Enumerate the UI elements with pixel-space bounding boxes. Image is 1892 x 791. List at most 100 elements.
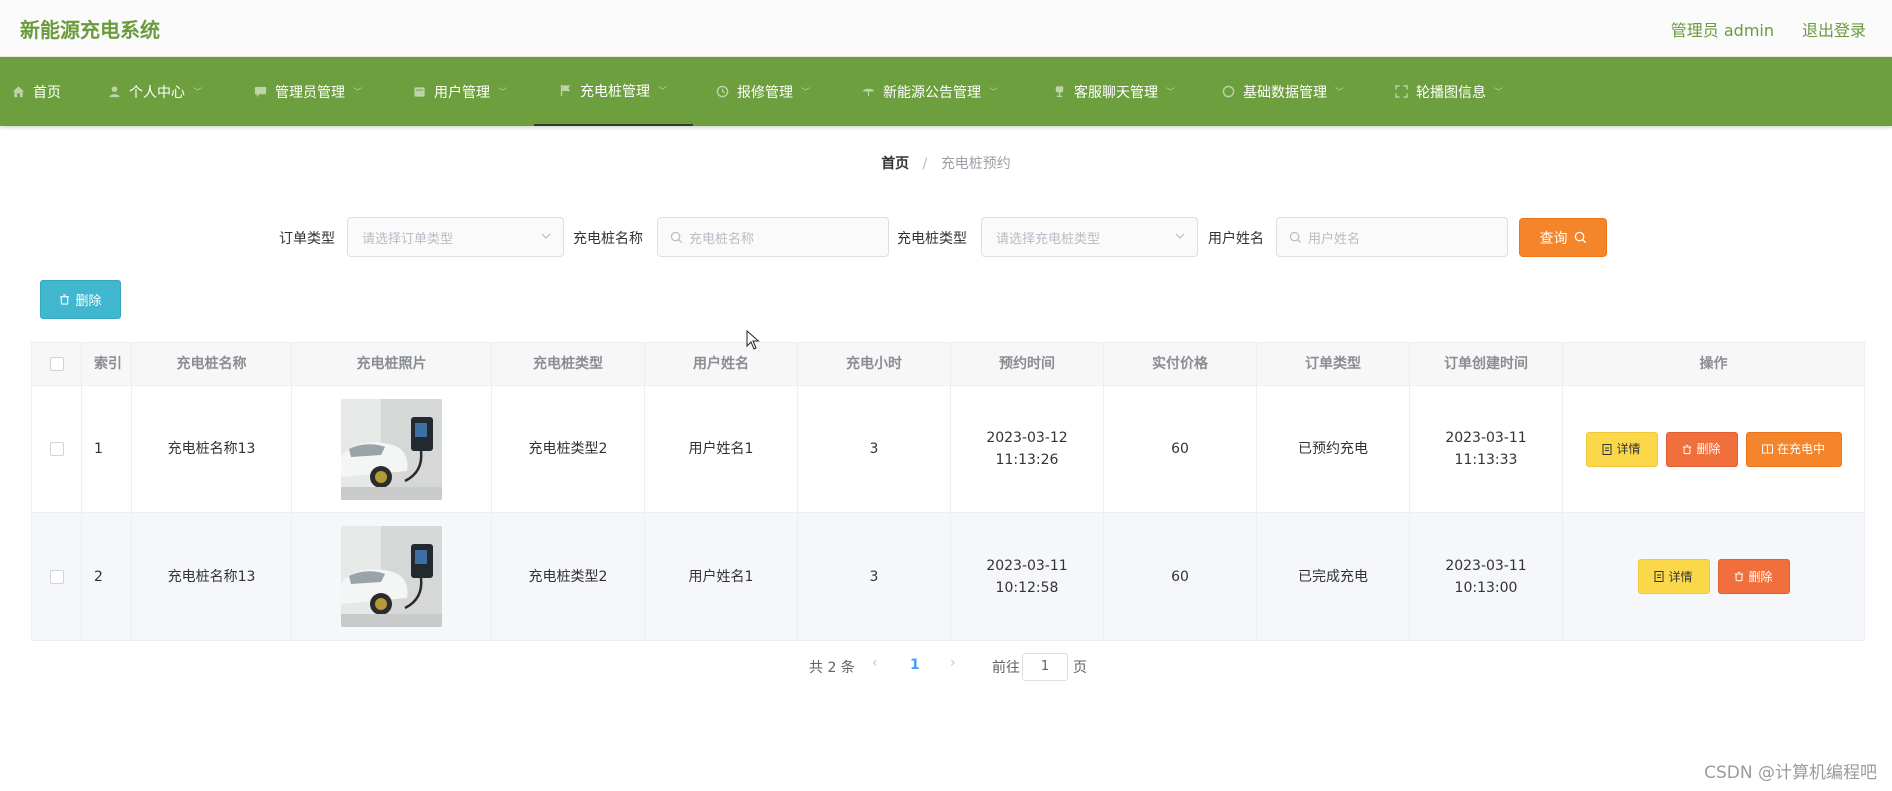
chevron-down-icon: ﹀ [498, 88, 508, 98]
nav-label-announcements: 新能源公告管理 [883, 84, 981, 101]
nav-label-repair: 报修管理 [737, 84, 793, 101]
chevron-down-icon: ﹀ [1494, 88, 1504, 98]
nav-item-repair[interactable]: 报修管理 ﹀ [716, 57, 810, 126]
nav-item-carousel[interactable]: 轮播图信息 ﹀ [1395, 57, 1503, 126]
mouse-cursor-icon [746, 330, 760, 350]
order-type-select[interactable]: 请选择订单类型 [347, 217, 564, 257]
pagination: 共 2 条 ‹ 1 › 前往 1 页 [0, 653, 1892, 681]
pile-type-select[interactable]: 请选择充电桩类型 [981, 217, 1198, 257]
delete-button-label: 删除 [1696, 442, 1721, 456]
page-number-1[interactable]: 1 [910, 657, 920, 673]
table-row: 2 充电桩名称13 充电桩类型2 用户姓名1 3 2023-03-11 10:1… [32, 513, 1864, 640]
chevron-down-icon: ﹀ [193, 88, 203, 98]
actions-cell: 详情 删除 [1563, 513, 1864, 640]
column-header: 实付价格 [1104, 343, 1257, 385]
chevron-down-icon: ﹀ [658, 87, 668, 97]
detail-button[interactable]: 详情 [1585, 431, 1658, 467]
detail-button[interactable]: 详情 [1637, 559, 1710, 594]
chat-icon [254, 85, 267, 98]
nav-item-home[interactable]: 首页 [12, 57, 61, 126]
pile-name-cell: 充电桩名称13 [132, 513, 292, 640]
price-cell: 60 [1104, 513, 1257, 640]
nav-item-users[interactable]: 用户管理 ﹀ [413, 57, 507, 126]
detail-button-label: 详情 [1668, 569, 1693, 584]
breadcrumb-home[interactable]: 首页 [881, 156, 909, 172]
reserve-time-cell: 2023-03-11 10:12:58 [951, 513, 1104, 640]
search-icon [1289, 231, 1302, 243]
breadcrumb: 首页 / 充电桩预约 [0, 153, 1892, 173]
pile-name-cell: 充电桩名称13 [132, 386, 292, 512]
pagination-total: 共 2 条 [809, 660, 855, 676]
prev-page-button[interactable]: ‹ [872, 655, 878, 671]
column-header: 充电桩名称 [132, 343, 292, 385]
chevron-down-icon: ﹀ [1335, 88, 1345, 98]
circle-icon [1222, 85, 1235, 98]
delete-button[interactable]: 删除 [1665, 431, 1738, 467]
breadcrumb-current: 充电桩预约 [940, 156, 1011, 172]
logout-link[interactable]: 退出登录 [1802, 17, 1866, 41]
column-header: 用户姓名 [645, 343, 798, 385]
search-icon [1574, 231, 1586, 244]
chevron-down-icon [541, 233, 551, 239]
reservation-table: 索引 充电桩名称 充电桩照片 充电桩类型 用户姓名 充电小时 预约时间 实付价格… [31, 342, 1865, 641]
chevron-down-icon: ﹀ [353, 88, 363, 98]
user-name-input[interactable]: 用户姓名 [1276, 217, 1508, 257]
created-time-cell: 2023-03-11 11:13:33 [1410, 386, 1563, 512]
goto-page-input[interactable]: 1 [1022, 653, 1068, 681]
chevron-down-icon: ﹀ [1166, 88, 1176, 98]
pile-type-label: 充电桩类型 [897, 231, 967, 247]
user-icon [108, 85, 121, 98]
nav-label-charging-pile: 充电桩管理 [580, 83, 650, 100]
order-type-cell: 已预约充电 [1257, 386, 1410, 512]
order-type-cell: 已完成充电 [1257, 513, 1410, 640]
nav-label-home: 首页 [33, 84, 61, 101]
charging-status-label: 在充电中 [1776, 442, 1825, 456]
home-icon [12, 85, 25, 98]
current-user-label: 管理员 admin [1670, 21, 1774, 40]
nav-item-admin[interactable]: 管理员管理 ﹀ [254, 57, 362, 126]
chevron-down-icon: ﹀ [801, 88, 811, 98]
row-checkbox[interactable] [49, 442, 64, 456]
nav-item-charging-pile[interactable]: 充电桩管理 ﹀ [534, 57, 693, 126]
nav-item-announcements[interactable]: 新能源公告管理 ﹀ [862, 57, 998, 126]
flag-icon [559, 84, 572, 97]
pile-photo-cell [292, 386, 492, 512]
trash-icon [1683, 444, 1692, 454]
pile-name-input[interactable]: 充电桩名称 [657, 217, 889, 257]
charging-pile-photo[interactable] [341, 398, 442, 500]
row-select-cell [32, 386, 82, 512]
next-page-button[interactable]: › [950, 655, 956, 671]
hours-cell: 3 [798, 386, 951, 512]
delete-button[interactable]: 删除 [1717, 559, 1790, 594]
clock-icon [716, 85, 729, 98]
charging-pile-photo[interactable] [341, 526, 442, 627]
columns-icon [1761, 444, 1773, 454]
select-all-checkbox[interactable] [49, 357, 64, 371]
bulk-delete-button[interactable]: 删除 [40, 280, 121, 319]
expand-icon [1395, 85, 1408, 98]
price-cell: 60 [1104, 386, 1257, 512]
nav-item-base-data[interactable]: 基础数据管理 ﹀ [1222, 57, 1344, 126]
breadcrumb-separator: / [922, 156, 928, 172]
nav-item-profile[interactable]: 个人中心 ﹀ [108, 57, 202, 126]
column-header: 预约时间 [951, 343, 1104, 385]
pile-type-placeholder: 请选择充电桩类型 [996, 231, 1101, 247]
umbrella-icon [862, 85, 875, 98]
row-checkbox[interactable] [49, 569, 64, 584]
charging-status-button[interactable]: 在充电中 [1745, 431, 1842, 467]
top-header: 新能源充电系统 管理员 admin 退出登录 [0, 0, 1892, 57]
main-nav: 首页 个人中心 ﹀ 管理员管理 ﹀ 用户管理 ﹀ 充电桩管理 ﹀ 报修管理 ﹀ … [0, 57, 1892, 126]
nav-item-support-chat[interactable]: 客服聊天管理 ﹀ [1053, 57, 1175, 126]
column-header: 订单创建时间 [1410, 343, 1563, 385]
nav-label-profile: 个人中心 [129, 84, 185, 101]
nav-label-base-data: 基础数据管理 [1243, 84, 1327, 101]
column-header: 充电小时 [798, 343, 951, 385]
user-name-cell: 用户姓名1 [645, 513, 798, 640]
page-unit-label: 页 [1073, 660, 1087, 676]
order-type-placeholder: 请选择订单类型 [362, 231, 454, 247]
column-header: 操作 [1699, 356, 1728, 372]
query-button[interactable]: 查询 [1519, 218, 1607, 257]
search-icon [670, 231, 683, 243]
pile-type-cell: 充电桩类型2 [492, 513, 645, 640]
index-cell: 1 [82, 386, 132, 512]
